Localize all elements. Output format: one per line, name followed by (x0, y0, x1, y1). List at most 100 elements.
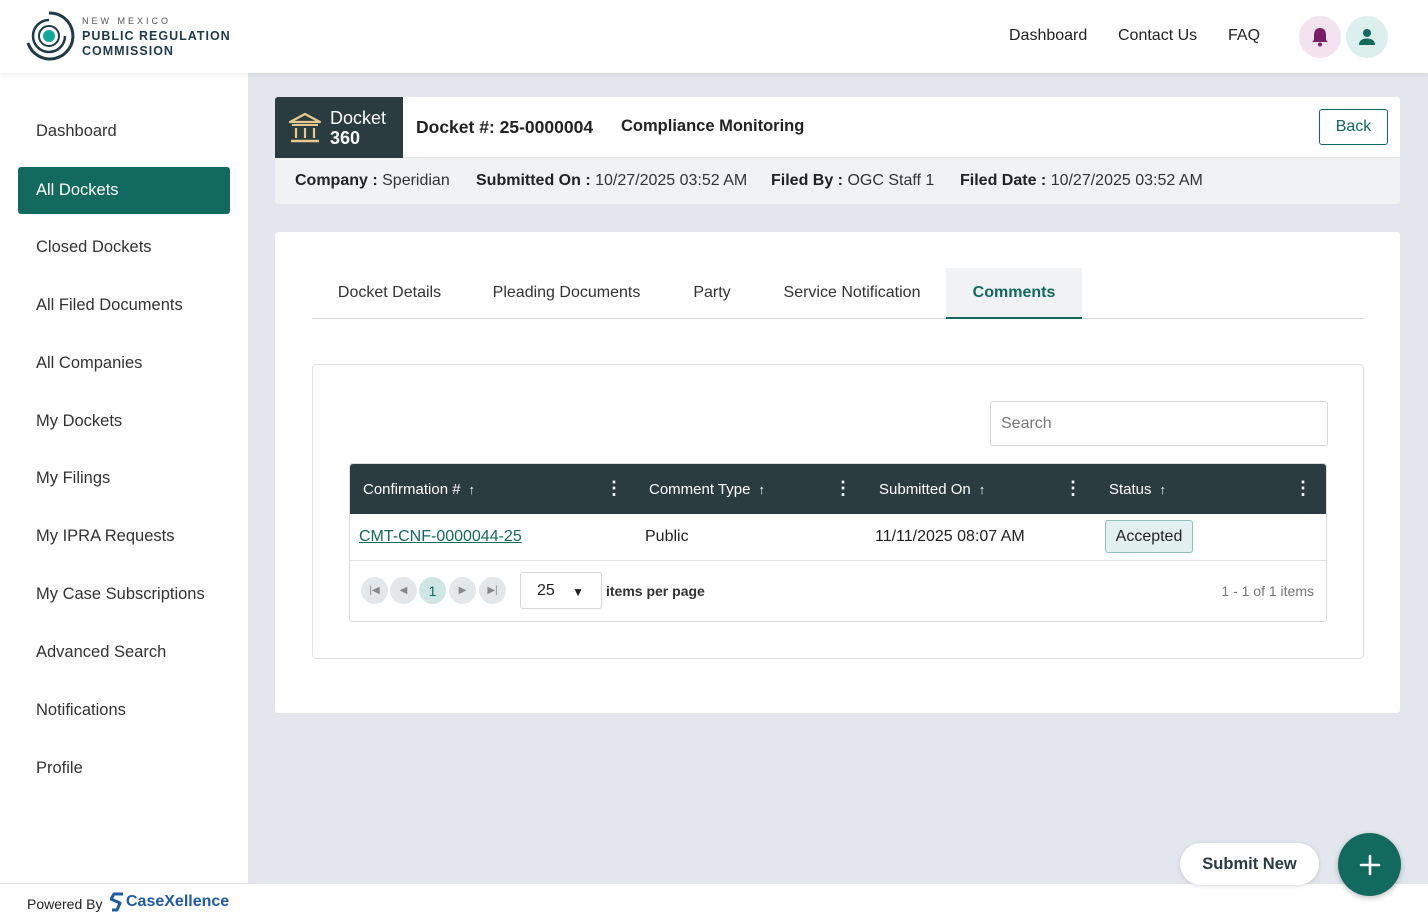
sidebar-item-notifications[interactable]: Notifications (18, 687, 230, 734)
confirmation-link[interactable]: CMT-CNF-0000044-25 (359, 528, 522, 546)
submit-new-button[interactable] (1338, 833, 1401, 896)
sort-arrow-icon: ↑ (468, 481, 476, 497)
docket-360-badge: Docket 360 (275, 97, 403, 158)
topnav-faq[interactable]: FAQ (1228, 27, 1260, 45)
table-header: Confirmation # ↑ ⋮ Comment Type ↑ ⋮ Submit… (350, 464, 1326, 514)
sidebar-item-all-filed-documents[interactable]: All Filed Documents (18, 282, 230, 329)
topnav-dashboard[interactable]: Dashboard (1009, 27, 1087, 45)
docket-category: Compliance Monitoring (621, 117, 805, 135)
last-page-button[interactable]: ▶| (479, 577, 506, 604)
prev-page-icon: ◀ (399, 585, 408, 596)
meta-submitted-label: Submitted On : (476, 172, 591, 189)
notifications-button[interactable] (1299, 16, 1341, 58)
docket-title-bar: Docket 360 Docket #: 25-0000004 Complian… (275, 97, 1400, 158)
status-badge: Accepted (1105, 520, 1193, 553)
prev-page-button[interactable]: ◀ (390, 577, 417, 604)
sidebar-item-my-ipra-requests[interactable]: My IPRA Requests (18, 513, 230, 560)
topnav-contact-us[interactable]: Contact Us (1118, 27, 1197, 45)
column-menu-icon[interactable]: ⋮ (605, 479, 623, 497)
page-number-button[interactable]: 1 (419, 577, 446, 604)
pager: |◀ ◀ 1 ▶ ▶| 25 ▼ items per page 1 - 1 of… (350, 561, 1326, 621)
next-page-icon: ▶ (458, 585, 467, 596)
sort-arrow-icon: ↑ (978, 481, 986, 497)
items-count: 1 - 1 of 1 items (1221, 583, 1314, 599)
dropdown-arrow-icon: ▼ (572, 585, 584, 599)
user-icon (1359, 29, 1375, 45)
column-menu-icon[interactable]: ⋮ (1064, 479, 1082, 497)
comment-type-cell: Public (645, 528, 689, 545)
tabs-divider (312, 318, 1364, 319)
col-label-confirmation: Confirmation # (363, 480, 461, 498)
meta-filed-by-label: Filed By : (771, 172, 844, 189)
meta-filed-by-value: OGC Staff 1 (847, 172, 935, 189)
courthouse-icon (288, 112, 322, 142)
meta-submitted-on: Submitted On : 10/27/2025 03:52 AM (476, 172, 747, 190)
column-menu-icon[interactable]: ⋮ (1294, 479, 1312, 497)
meta-filed-date: Filed Date : 10/27/2025 03:52 AM (960, 172, 1203, 190)
sidebar-item-my-filings[interactable]: My Filings (18, 455, 230, 502)
logo-line-2: PUBLIC REGULATION (82, 28, 231, 43)
tab-comments[interactable]: Comments (946, 268, 1082, 319)
sidebar-item-dashboard[interactable]: Dashboard (18, 108, 230, 155)
logo-wordmark: NEW MEXICO PUBLIC REGULATION COMMISSION (82, 14, 231, 59)
meta-submitted-value: 10/27/2025 03:52 AM (595, 172, 748, 189)
powered-by-label: Powered By (27, 896, 103, 912)
sort-arrow-icon: ↑ (1159, 481, 1167, 497)
sidebar-item-closed-dockets[interactable]: Closed Dockets (18, 224, 230, 271)
footer: Powered By CaseXellence (0, 883, 1428, 923)
table-row: CMT-CNF-0000044-25 Public 11/11/2025 08:… (350, 514, 1326, 561)
tab-pleading-documents[interactable]: Pleading Documents (467, 268, 666, 318)
column-menu-icon[interactable]: ⋮ (834, 479, 852, 497)
sidebar-item-my-dockets[interactable]: My Dockets (18, 398, 230, 445)
docket-summary-card: Docket 360 Docket #: 25-0000004 Complian… (275, 97, 1400, 204)
sidebar-item-my-case-subscriptions[interactable]: My Case Subscriptions (18, 571, 230, 618)
col-header-status[interactable]: Status ↑ (1109, 464, 1166, 514)
logo-line-1: NEW MEXICO (82, 15, 172, 26)
sidebar-item-profile[interactable]: Profile (18, 745, 230, 792)
col-header-confirmation[interactable]: Confirmation # ↑ (363, 464, 475, 514)
prc-logo[interactable]: NEW MEXICO PUBLIC REGULATION COMMISSION (22, 9, 231, 63)
next-page-button[interactable]: ▶ (449, 577, 476, 604)
logo-line-3: COMMISSION (82, 43, 174, 58)
comments-grid-container: Confirmation # ↑ ⋮ Comment Type ↑ ⋮ Submit… (312, 364, 1364, 659)
meta-company-value: Speridian (382, 172, 450, 189)
meta-filed-date-label: Filed Date : (960, 172, 1047, 189)
docket-number: Docket #: 25-0000004 (416, 117, 594, 137)
meta-filed-date-value: 10/27/2025 03:52 AM (1050, 172, 1203, 189)
col-label-comment-type: Comment Type (649, 480, 751, 498)
sidebar-item-all-dockets[interactable]: All Dockets (18, 167, 230, 214)
badge-line-2: 360 (330, 127, 361, 148)
badge-line-1: Docket (330, 107, 387, 128)
back-button[interactable]: Back (1319, 109, 1388, 145)
submitted-on-cell: 11/11/2025 08:07 AM (875, 528, 1025, 545)
meta-company-label: Company : (295, 172, 378, 189)
docket-detail-panel: Docket Details Pleading Documents Party … (275, 232, 1400, 713)
tab-docket-details[interactable]: Docket Details (312, 268, 467, 318)
plus-icon (1359, 854, 1380, 875)
last-page-icon: ▶| (487, 585, 498, 596)
submit-new-label[interactable]: Submit New (1180, 843, 1319, 885)
casexellence-logo: CaseXellence (110, 892, 229, 912)
first-page-icon: |◀ (369, 585, 380, 596)
badge-label: Docket 360 (330, 108, 386, 148)
bell-icon (1312, 28, 1328, 47)
comments-table: Confirmation # ↑ ⋮ Comment Type ↑ ⋮ Submit… (349, 463, 1327, 622)
tab-party[interactable]: Party (666, 268, 758, 318)
meta-filed-by: Filed By : OGC Staff 1 (771, 172, 934, 190)
col-header-submitted-on[interactable]: Submitted On ↑ (879, 464, 985, 514)
col-label-status: Status (1109, 480, 1152, 498)
casexellence-logo-icon (110, 892, 123, 912)
sidebar-item-all-companies[interactable]: All Companies (18, 340, 230, 387)
brand-name: CaseXellence (126, 893, 230, 910)
meta-company: Company : Speridian (295, 172, 450, 190)
col-label-submitted-on: Submitted On (879, 480, 971, 498)
sidebar-item-advanced-search[interactable]: Advanced Search (18, 629, 230, 676)
sidebar: Dashboard All Dockets Closed Dockets All… (0, 73, 248, 883)
page-size-value: 25 (537, 581, 555, 599)
first-page-button[interactable]: |◀ (361, 577, 388, 604)
col-header-comment-type[interactable]: Comment Type ↑ (649, 464, 765, 514)
tab-service-notification[interactable]: Service Notification (758, 268, 946, 318)
profile-button[interactable] (1346, 16, 1388, 58)
page-size-select[interactable]: 25 ▼ (520, 572, 602, 609)
search-input[interactable] (990, 401, 1328, 446)
